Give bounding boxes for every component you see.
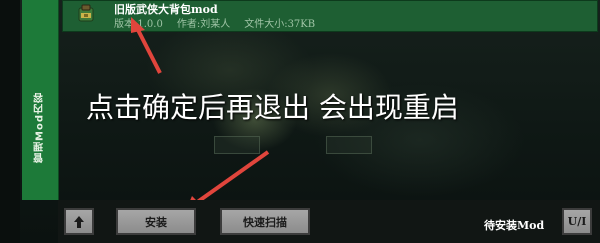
dim-cancel-button xyxy=(326,136,372,154)
mod-meta: 版本:1.0.0 作者:刘某人 文件大小:37KB xyxy=(114,15,329,30)
annotation-text: 点击确定后再退出 会出现重启 xyxy=(86,91,459,124)
up-button[interactable] xyxy=(64,208,94,235)
dim-confirm-button xyxy=(214,136,260,154)
install-button[interactable]: 安装 xyxy=(116,208,196,235)
left-edge-bar xyxy=(0,0,20,243)
up-arrow-icon xyxy=(74,215,84,228)
quick-scan-button[interactable]: 快速扫描 xyxy=(220,208,310,235)
ui-toggle-button[interactable]: U/I xyxy=(562,208,592,235)
mod-size: 文件大小:37KB xyxy=(244,19,316,30)
backpack-icon xyxy=(78,4,94,22)
pending-mod-label: 待安装Mod xyxy=(484,219,545,232)
manage-mod-tab-label: 管理Mod内容 xyxy=(34,92,46,164)
mod-author: 作者:刘某人 xyxy=(176,19,231,30)
mod-version: 版本:1.0.0 xyxy=(114,19,163,30)
